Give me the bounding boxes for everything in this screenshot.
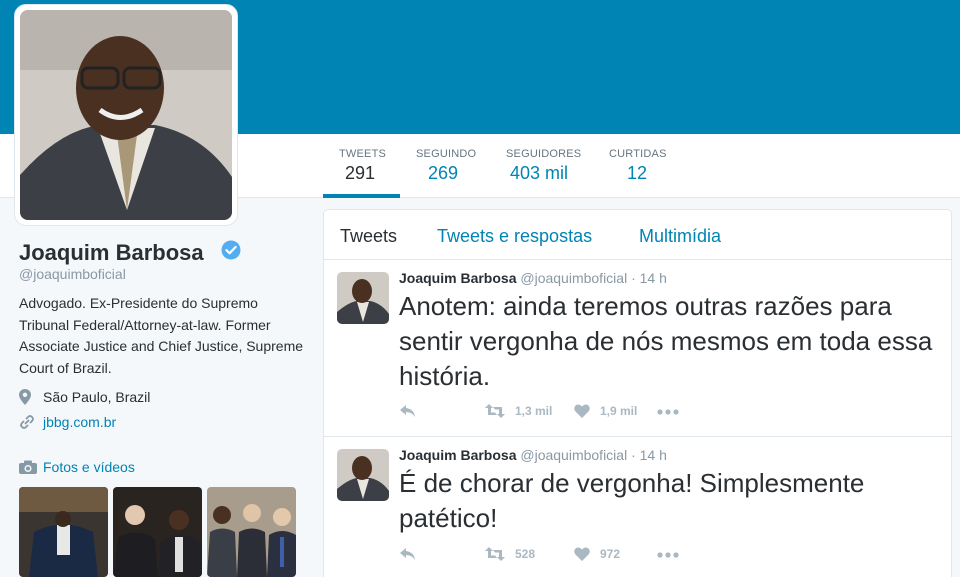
tweet-text: Anotem: ainda teremos outras razões para… bbox=[399, 291, 933, 391]
stat-following[interactable]: SEGUINDO 269 bbox=[416, 148, 476, 184]
retweet-button[interactable]: 528 bbox=[485, 547, 535, 561]
stat-following-value: 269 bbox=[428, 163, 459, 183]
reply-icon bbox=[400, 548, 415, 560]
tweet-author-name[interactable]: Joaquim Barbosa bbox=[399, 447, 516, 463]
profile-avatar-photo bbox=[20, 10, 232, 220]
camera-icon bbox=[19, 460, 37, 474]
stat-tweets-label: TWEETS bbox=[339, 148, 387, 160]
heart-icon bbox=[574, 547, 590, 561]
tweet-author-name[interactable]: Joaquim Barbosa bbox=[399, 270, 516, 286]
more-actions-button[interactable] bbox=[657, 409, 679, 415]
more-dots-icon bbox=[657, 409, 679, 415]
timeline-tabs: Tweets Tweets e respostas Multimídia bbox=[324, 210, 951, 260]
photos-videos-link[interactable]: Fotos e vídeos bbox=[19, 459, 135, 475]
like-count: 1,9 mil bbox=[600, 404, 638, 418]
profile-handle[interactable]: @joaquimboficial bbox=[19, 266, 126, 282]
profile-avatar[interactable] bbox=[14, 4, 238, 226]
link-icon bbox=[20, 415, 34, 429]
stat-followers-value: 403 mil bbox=[510, 163, 569, 183]
retweet-count: 528 bbox=[515, 547, 536, 561]
tab-tweets[interactable]: Tweets bbox=[340, 226, 397, 247]
tweet-actions: 1,3 mil 1,9 mil bbox=[399, 404, 699, 424]
location-text: São Paulo, Brazil bbox=[43, 389, 151, 405]
retweet-button[interactable]: 1,3 mil bbox=[485, 404, 552, 418]
stat-likes[interactable]: CURTIDAS 12 bbox=[609, 148, 667, 184]
tweet-timestamp[interactable]: · 14 h bbox=[631, 270, 667, 286]
tweet-text: É de chorar de vergonha! Simplesmente pa… bbox=[399, 468, 865, 533]
more-actions-button[interactable] bbox=[657, 552, 679, 558]
stat-tweets[interactable]: TWEETS 291 bbox=[339, 148, 386, 184]
tweet[interactable]: Joaquim Barbosa @joaquimboficial · 14 h … bbox=[324, 437, 951, 577]
stat-likes-value: 12 bbox=[627, 163, 648, 183]
timeline: Tweets Tweets e respostas Multimídia Joa… bbox=[323, 209, 952, 577]
profile-location: São Paulo, Brazil bbox=[19, 389, 150, 405]
tweet-header: Joaquim Barbosa @joaquimboficial · 14 h bbox=[399, 270, 667, 286]
stat-followers-label: SEGUIDORES bbox=[506, 148, 582, 160]
retweet-icon bbox=[485, 404, 505, 418]
profile-bio: Advogado. Ex-Presidente do Supremo Tribu… bbox=[19, 295, 304, 376]
photo-thumbnail[interactable] bbox=[113, 487, 202, 577]
stat-following-label: SEGUINDO bbox=[416, 148, 477, 160]
location-pin-icon bbox=[19, 389, 31, 405]
like-count: 972 bbox=[600, 547, 621, 561]
tweet-actions: 528 972 bbox=[399, 547, 699, 567]
stat-followers[interactable]: SEGUIDORES 403 mil bbox=[506, 148, 581, 184]
tab-media[interactable]: Multimídia bbox=[639, 226, 721, 247]
tab-tweets-and-replies[interactable]: Tweets e respostas bbox=[437, 226, 592, 247]
profile-name: Joaquim Barbosa bbox=[19, 240, 204, 265]
photo-thumbnail[interactable] bbox=[19, 487, 108, 577]
tweet-timestamp[interactable]: · 14 h bbox=[631, 447, 667, 463]
photos-videos-label: Fotos e vídeos bbox=[43, 459, 135, 475]
retweet-count: 1,3 mil bbox=[515, 404, 553, 418]
like-button[interactable]: 1,9 mil bbox=[574, 404, 637, 418]
profile-website[interactable]: jbbg.com.br bbox=[19, 414, 116, 430]
more-dots-icon bbox=[657, 552, 679, 558]
reply-button[interactable] bbox=[399, 547, 417, 561]
verified-badge-icon bbox=[221, 240, 241, 260]
reply-button[interactable] bbox=[399, 404, 417, 418]
photo-thumbnail[interactable] bbox=[207, 487, 296, 577]
active-stat-indicator bbox=[323, 194, 400, 198]
website-link[interactable]: jbbg.com.br bbox=[43, 414, 116, 430]
tweet-avatar[interactable] bbox=[337, 449, 389, 501]
stat-likes-label: CURTIDAS bbox=[609, 148, 667, 160]
tweet[interactable]: Joaquim Barbosa @joaquimboficial · 14 h … bbox=[324, 260, 951, 437]
retweet-icon bbox=[485, 547, 505, 561]
tweet-author-handle[interactable]: @joaquimboficial bbox=[520, 270, 627, 286]
heart-icon bbox=[574, 404, 590, 418]
reply-icon bbox=[400, 405, 415, 417]
like-button[interactable]: 972 bbox=[574, 547, 620, 561]
tweet-author-handle[interactable]: @joaquimboficial bbox=[520, 447, 627, 463]
stat-tweets-value: 291 bbox=[345, 163, 376, 183]
tweet-avatar[interactable] bbox=[337, 272, 389, 324]
tweet-header: Joaquim Barbosa @joaquimboficial · 14 h bbox=[399, 447, 667, 463]
